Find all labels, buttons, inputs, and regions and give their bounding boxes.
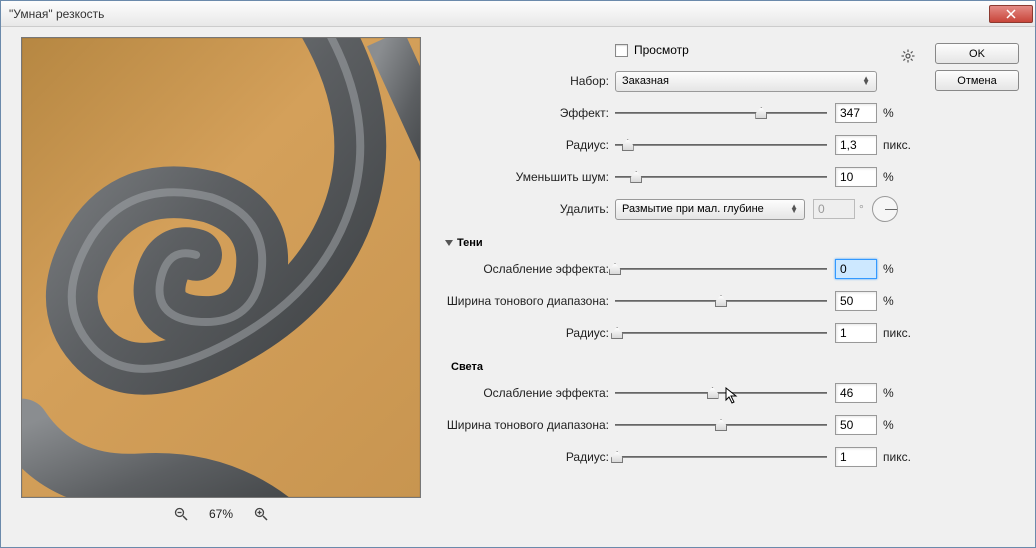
gear-icon xyxy=(901,49,915,63)
slider-thumb[interactable] xyxy=(755,107,767,119)
degree-icon: ° xyxy=(859,202,864,216)
noise-unit: % xyxy=(883,170,921,184)
radius-slider[interactable] xyxy=(615,144,827,146)
remove-select[interactable]: Размытие при мал. глубине ▲▼ xyxy=(615,199,805,220)
angle-wheel[interactable] xyxy=(872,196,898,222)
amount-label: Эффект: xyxy=(445,106,615,120)
updown-icon: ▲▼ xyxy=(862,77,870,85)
preview-checkbox-label: Просмотр xyxy=(634,43,689,57)
highlights-title: Света xyxy=(451,361,483,373)
shadows-fade-unit: % xyxy=(883,262,921,276)
highlights-radius-label: Радиус: xyxy=(445,450,615,464)
slider-thumb[interactable] xyxy=(622,139,634,151)
amount-unit: % xyxy=(883,106,921,120)
highlights-section-header: Света xyxy=(451,361,921,373)
highlights-fade-input[interactable] xyxy=(835,383,877,403)
slider-thumb[interactable] xyxy=(630,171,642,183)
preview-checkbox[interactable] xyxy=(615,44,628,57)
cancel-button[interactable]: Отмена xyxy=(935,70,1019,91)
shadows-title: Тени xyxy=(457,237,483,249)
shadows-radius-unit: пикс. xyxy=(883,326,921,340)
preset-value: Заказная xyxy=(622,75,669,87)
slider-thumb[interactable] xyxy=(715,419,727,431)
preset-label: Набор: xyxy=(445,74,615,88)
shadows-tonal-input[interactable] xyxy=(835,291,877,311)
highlights-tonal-label: Ширина тонового диапазона: xyxy=(445,418,615,432)
shadows-fade-input[interactable] xyxy=(835,259,877,279)
remove-value: Размытие при мал. глубине xyxy=(622,203,764,215)
slider-thumb[interactable] xyxy=(707,387,719,399)
controls-column: Просмотр Набор: Заказная ▲▼ Эффект: % xyxy=(441,37,925,537)
shadows-tonal-slider[interactable] xyxy=(615,300,827,302)
highlights-tonal-input[interactable] xyxy=(835,415,877,435)
dialog-buttons: OK Отмена xyxy=(935,37,1025,537)
highlights-fade-slider[interactable] xyxy=(615,392,827,394)
amount-input[interactable] xyxy=(835,103,877,123)
noise-slider[interactable] xyxy=(615,176,827,178)
highlights-tonal-slider[interactable] xyxy=(615,424,827,426)
noise-input[interactable] xyxy=(835,167,877,187)
updown-icon: ▲▼ xyxy=(790,205,798,213)
highlights-radius-input[interactable] xyxy=(835,447,877,467)
shadows-tonal-label: Ширина тонового диапазона: xyxy=(445,294,615,308)
noise-label: Уменьшить шум: xyxy=(445,170,615,184)
shadows-radius-input[interactable] xyxy=(835,323,877,343)
close-button[interactable] xyxy=(989,5,1033,23)
highlights-fade-unit: % xyxy=(883,386,921,400)
amount-slider[interactable] xyxy=(615,112,827,114)
shadows-radius-slider[interactable] xyxy=(615,332,827,334)
disclosure-triangle-icon xyxy=(445,240,453,246)
zoom-out-button[interactable] xyxy=(173,506,189,522)
shadows-section-header[interactable]: Тени xyxy=(445,237,921,249)
remove-label: Удалить: xyxy=(445,202,615,216)
highlights-tonal-unit: % xyxy=(883,418,921,432)
radius-label: Радиус: xyxy=(445,138,615,152)
slider-thumb[interactable] xyxy=(715,295,727,307)
zoom-out-icon xyxy=(174,507,188,521)
zoom-in-button[interactable] xyxy=(253,506,269,522)
preview-spiral-art xyxy=(22,38,420,497)
shadows-radius-label: Радиус: xyxy=(445,326,615,340)
zoom-in-icon xyxy=(254,507,268,521)
preview-image[interactable] xyxy=(21,37,421,498)
radius-unit: пикс. xyxy=(883,138,921,152)
ok-button[interactable]: OK xyxy=(935,43,1019,64)
radius-input[interactable] xyxy=(835,135,877,155)
shadows-fade-label: Ослабление эффекта: xyxy=(445,262,615,276)
titlebar: "Умная" резкость xyxy=(1,1,1035,27)
preset-select[interactable]: Заказная ▲▼ xyxy=(615,71,877,92)
preview-column: 67% xyxy=(11,37,431,537)
smart-sharpen-dialog: "Умная" резкость xyxy=(0,0,1036,548)
shadows-tonal-unit: % xyxy=(883,294,921,308)
angle-input xyxy=(813,199,855,219)
zoom-percent: 67% xyxy=(209,507,233,521)
highlights-radius-unit: пикс. xyxy=(883,450,921,464)
close-icon xyxy=(1006,9,1016,19)
highlights-radius-slider[interactable] xyxy=(615,456,827,458)
window-title: "Умная" резкость xyxy=(9,7,104,21)
highlights-fade-label: Ослабление эффекта: xyxy=(445,386,615,400)
settings-gear-button[interactable] xyxy=(901,49,915,63)
shadows-fade-slider[interactable] xyxy=(615,268,827,270)
zoom-controls: 67% xyxy=(173,506,269,522)
